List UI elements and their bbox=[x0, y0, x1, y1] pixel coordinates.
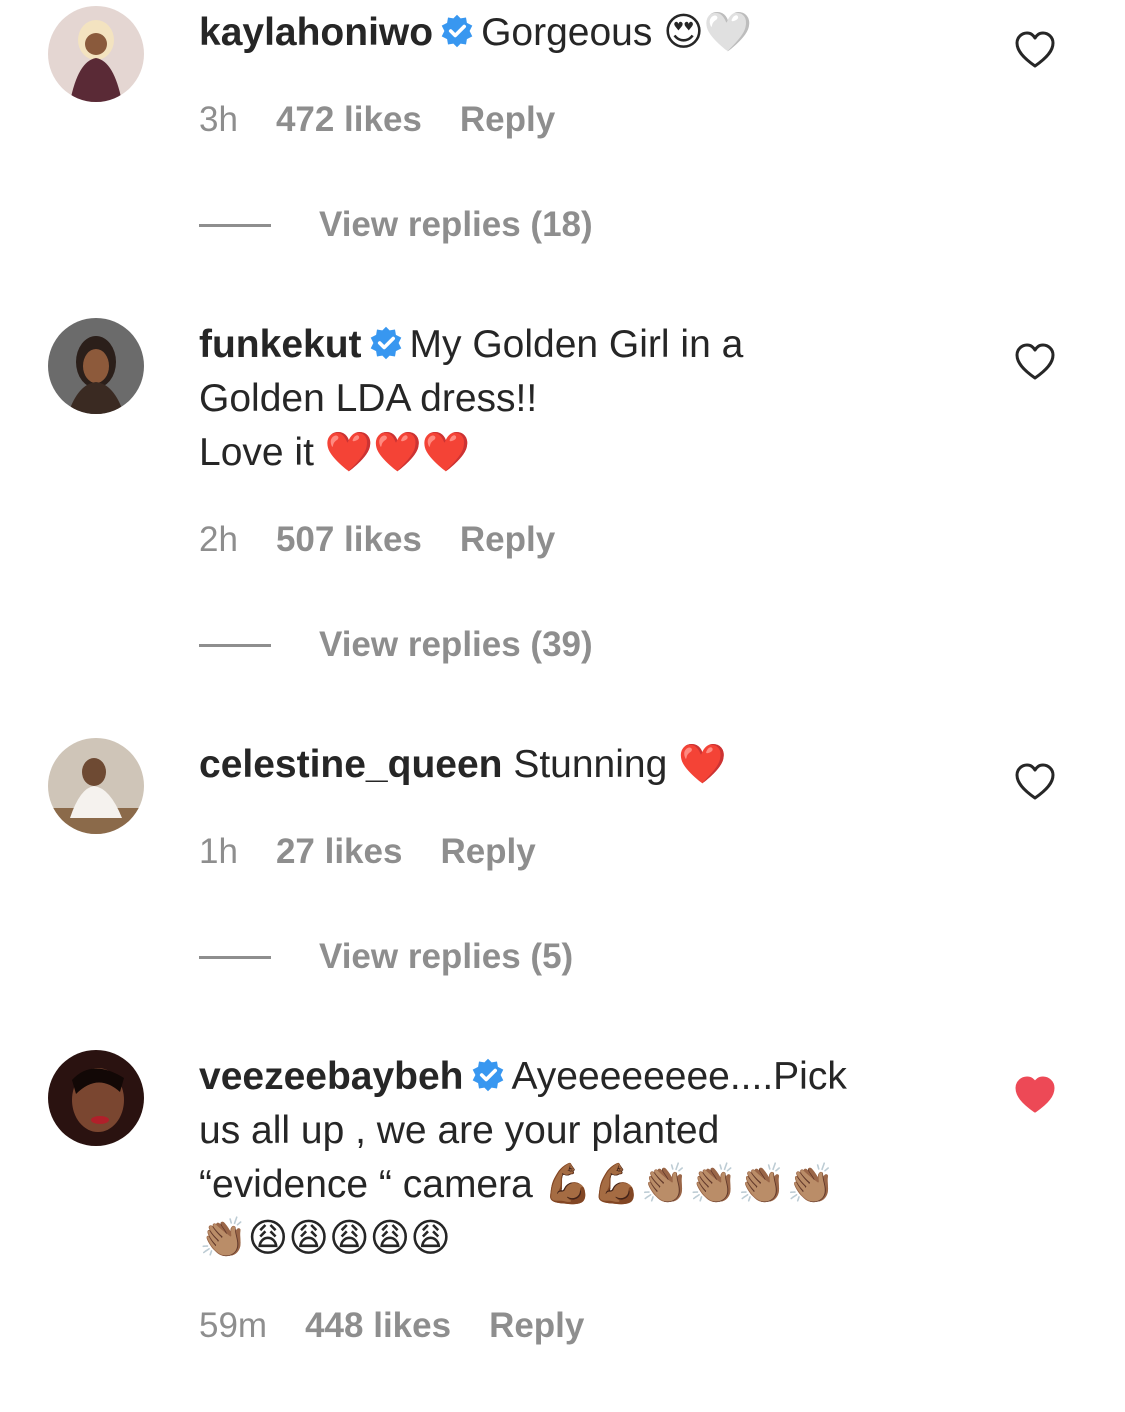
comment-text: funkekut My Golden Girl in a Golden LDA d… bbox=[199, 318, 969, 480]
comment-likes[interactable]: 472 likes bbox=[276, 100, 422, 139]
divider-line bbox=[199, 643, 271, 647]
comment-body-line: Golden LDA dress!! bbox=[199, 377, 538, 420]
heart-outline-icon[interactable] bbox=[1014, 342, 1056, 382]
comment-body-line: Gorgeous 😍🤍 bbox=[481, 11, 753, 54]
verified-badge-icon bbox=[370, 326, 401, 360]
comment-body-line: “evidence “ camera 💪🏾💪🏾👏🏽👏🏽👏🏽👏🏽 bbox=[199, 1163, 835, 1206]
avatar-image bbox=[48, 1050, 144, 1146]
avatar-image bbox=[48, 738, 144, 834]
avatar-image bbox=[48, 6, 144, 102]
comment-body-line: Love it ❤️❤️❤️ bbox=[199, 431, 471, 474]
heart-outline-icon[interactable] bbox=[1014, 30, 1056, 70]
verified-badge-icon bbox=[441, 14, 473, 48]
comment-time: 3h bbox=[199, 100, 238, 139]
divider-line bbox=[199, 223, 271, 227]
comment-likes[interactable]: 448 likes bbox=[305, 1306, 451, 1345]
reply-button[interactable]: Reply bbox=[460, 520, 555, 559]
avatar-image bbox=[48, 318, 144, 414]
avatar[interactable] bbox=[48, 6, 144, 102]
heart-filled-icon[interactable] bbox=[1014, 1075, 1056, 1115]
avatar[interactable] bbox=[48, 318, 144, 414]
comment-username[interactable]: kaylahoniwo bbox=[199, 11, 433, 54]
view-replies-label: View replies (18) bbox=[319, 205, 593, 244]
view-replies-button[interactable]: View replies (5) bbox=[199, 937, 573, 977]
comment-likes[interactable]: 27 likes bbox=[276, 832, 403, 871]
comment-body-line: Ayeeeeeeee....Pick bbox=[511, 1055, 847, 1098]
comment-time: 2h bbox=[199, 520, 238, 559]
heart-outline-icon[interactable] bbox=[1014, 762, 1056, 802]
comment-time: 1h bbox=[199, 832, 238, 871]
view-replies-label: View replies (5) bbox=[319, 937, 574, 976]
view-replies-label: View replies (39) bbox=[319, 625, 593, 664]
verified-badge-icon bbox=[472, 1058, 503, 1092]
avatar[interactable] bbox=[48, 1050, 144, 1146]
comment-meta: 59m 448 likes Reply bbox=[199, 1306, 584, 1346]
comment-likes[interactable]: 507 likes bbox=[276, 520, 422, 559]
comment-body-line: 👏🏽😩😩😩😩😩 bbox=[199, 1217, 451, 1260]
comment-meta: 3h 472 likes Reply bbox=[199, 100, 555, 140]
reply-button[interactable]: Reply bbox=[489, 1306, 584, 1345]
avatar[interactable] bbox=[48, 738, 144, 834]
comment-body-line: My Golden Girl in a bbox=[409, 323, 744, 366]
comment-text: veezeebaybeh Ayeeeeeeee....Pick us all up… bbox=[199, 1050, 969, 1266]
view-replies-button[interactable]: View replies (18) bbox=[199, 205, 593, 245]
comment-username[interactable]: veezeebaybeh bbox=[199, 1055, 464, 1098]
comment-username[interactable]: celestine_queen bbox=[199, 743, 502, 786]
reply-button[interactable]: Reply bbox=[460, 100, 555, 139]
comment-time: 59m bbox=[199, 1306, 268, 1345]
comment-text: kaylahoniwo Gorgeous 😍🤍 bbox=[199, 6, 969, 60]
comment-body-line: Stunning ❤️ bbox=[513, 743, 727, 786]
comment-meta: 2h 507 likes Reply bbox=[199, 520, 555, 560]
comment-body-line: us all up , we are your planted bbox=[199, 1109, 720, 1152]
reply-button[interactable]: Reply bbox=[440, 832, 535, 871]
divider-line bbox=[199, 955, 271, 959]
comment-username[interactable]: funkekut bbox=[199, 323, 362, 366]
comment-meta: 1h 27 likes Reply bbox=[199, 832, 536, 872]
comment-text: celestine_queen Stunning ❤️ bbox=[199, 738, 969, 792]
view-replies-button[interactable]: View replies (39) bbox=[199, 625, 593, 665]
